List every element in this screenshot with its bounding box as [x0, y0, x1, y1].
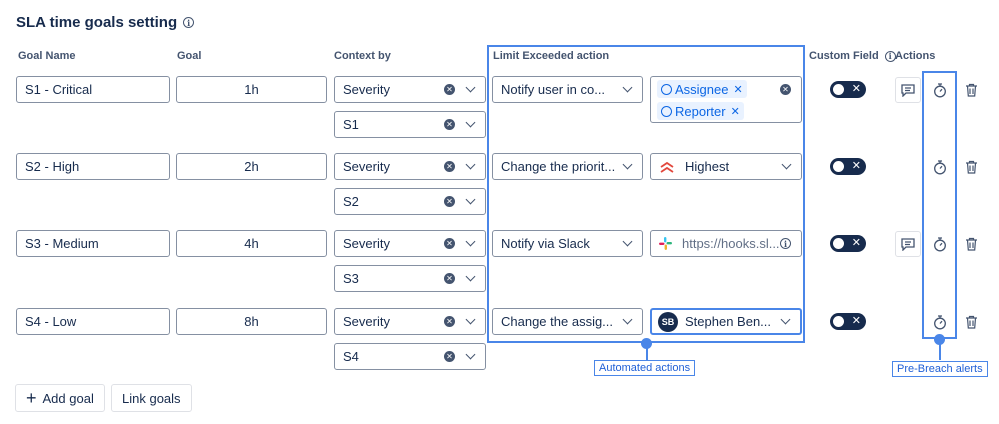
goal-name-value: S2 - High — [25, 159, 80, 174]
context-value: S4 — [343, 349, 359, 364]
toggle-off-icon: ✕ — [851, 315, 861, 327]
goal-input[interactable]: 8h — [176, 308, 327, 335]
trash-icon — [965, 83, 977, 97]
chevron-down-icon[interactable] — [465, 236, 476, 247]
clear-icon[interactable]: ✕ — [444, 196, 455, 207]
comment-button[interactable] — [895, 231, 921, 257]
toggle-off-icon: ✕ — [851, 160, 861, 172]
clear-icon[interactable]: ✕ — [444, 84, 455, 95]
goal-name-input[interactable]: S3 - Medium — [16, 230, 170, 257]
context-value-select[interactable]: S1 ✕ — [334, 111, 486, 138]
automated-actions-callout: Automated actions — [594, 360, 696, 376]
link-goals-button[interactable]: Link goals — [111, 384, 192, 412]
toggle-knob — [833, 238, 844, 249]
context-select[interactable]: Severity ✕ — [334, 308, 486, 335]
context-value: S2 — [343, 194, 359, 209]
toggle-knob — [833, 84, 844, 95]
context-select-value: Severity — [343, 314, 390, 329]
delete-button[interactable] — [958, 154, 984, 180]
delete-button[interactable] — [958, 231, 984, 257]
header-custom-field-label: Custom Field — [809, 50, 879, 62]
comment-icon — [901, 237, 915, 251]
trash-icon — [965, 160, 977, 174]
goal-input[interactable]: 4h — [176, 230, 327, 257]
goal-input[interactable]: 2h — [176, 153, 327, 180]
delete-button[interactable] — [958, 309, 984, 335]
annotation-line — [939, 344, 941, 360]
goal-value: 8h — [244, 314, 259, 329]
header-actions: Actions — [895, 50, 936, 62]
add-goal-button[interactable]: + Add goal — [15, 384, 105, 412]
chevron-down-icon[interactable] — [465, 117, 476, 128]
delete-button[interactable] — [958, 77, 984, 103]
trash-icon — [965, 315, 977, 329]
goal-name-value: S3 - Medium — [25, 236, 99, 251]
clear-icon[interactable]: ✕ — [444, 273, 455, 284]
goal-input[interactable]: 1h — [176, 76, 327, 103]
toggle-off-icon: ✕ — [851, 237, 861, 249]
page-title-text: SLA time goals setting — [16, 14, 178, 31]
goal-name-value: S4 - Low — [25, 314, 77, 329]
trash-icon — [965, 237, 977, 251]
goal-name-input[interactable]: S1 - Critical — [16, 76, 170, 103]
toggle-knob — [833, 161, 844, 172]
clear-icon[interactable]: ✕ — [444, 351, 455, 362]
header-context-by: Context by — [334, 50, 391, 62]
goal-value: 4h — [244, 236, 259, 251]
context-select-value: Severity — [343, 236, 390, 251]
link-goals-label: Link goals — [122, 390, 181, 406]
header-custom-field: Custom Field i — [809, 50, 896, 62]
custom-field-toggle[interactable]: ✕ — [830, 81, 866, 98]
toggle-off-icon: ✕ — [851, 83, 861, 95]
add-goal-label: Add goal — [42, 390, 94, 406]
comment-button[interactable] — [895, 77, 921, 103]
page-title: SLA time goals setting i — [16, 14, 195, 31]
context-select[interactable]: Severity ✕ — [334, 76, 486, 103]
toggle-knob — [833, 316, 844, 327]
chevron-down-icon[interactable] — [465, 349, 476, 360]
pre-breach-alerts-highlight — [922, 71, 957, 339]
pre-breach-alerts-callout: Pre-Breach alerts — [892, 361, 988, 377]
context-select[interactable]: Severity ✕ — [334, 153, 486, 180]
info-icon[interactable]: i — [183, 17, 195, 28]
context-value: S1 — [343, 117, 359, 132]
context-select[interactable]: Severity ✕ — [334, 230, 486, 257]
header-goal: Goal — [177, 50, 202, 62]
goal-value: 2h — [244, 159, 259, 174]
context-select-value: Severity — [343, 159, 390, 174]
custom-field-toggle[interactable]: ✕ — [830, 313, 866, 330]
goal-name-input[interactable]: S2 - High — [16, 153, 170, 180]
chevron-down-icon[interactable] — [465, 314, 476, 325]
comment-icon — [901, 83, 915, 97]
context-value-select[interactable]: S3 ✕ — [334, 265, 486, 292]
goal-name-input[interactable]: S4 - Low — [16, 308, 170, 335]
context-value-select[interactable]: S4 ✕ — [334, 343, 486, 370]
clear-icon[interactable]: ✕ — [444, 316, 455, 327]
plus-icon: + — [26, 388, 37, 408]
context-value: S3 — [343, 271, 359, 286]
chevron-down-icon[interactable] — [465, 194, 476, 205]
clear-icon[interactable]: ✕ — [444, 238, 455, 249]
clear-icon[interactable]: ✕ — [444, 119, 455, 130]
chevron-down-icon[interactable] — [465, 271, 476, 282]
custom-field-toggle[interactable]: ✕ — [830, 235, 866, 252]
chevron-down-icon[interactable] — [465, 82, 476, 93]
context-select-value: Severity — [343, 82, 390, 97]
header-goal-name: Goal Name — [18, 50, 76, 62]
automated-actions-highlight — [487, 45, 805, 343]
annotation-line — [646, 348, 648, 360]
custom-field-toggle[interactable]: ✕ — [830, 158, 866, 175]
goal-value: 1h — [244, 82, 259, 97]
clear-icon[interactable]: ✕ — [444, 161, 455, 172]
context-value-select[interactable]: S2 ✕ — [334, 188, 486, 215]
goal-name-value: S1 - Critical — [25, 82, 93, 97]
chevron-down-icon[interactable] — [465, 159, 476, 170]
